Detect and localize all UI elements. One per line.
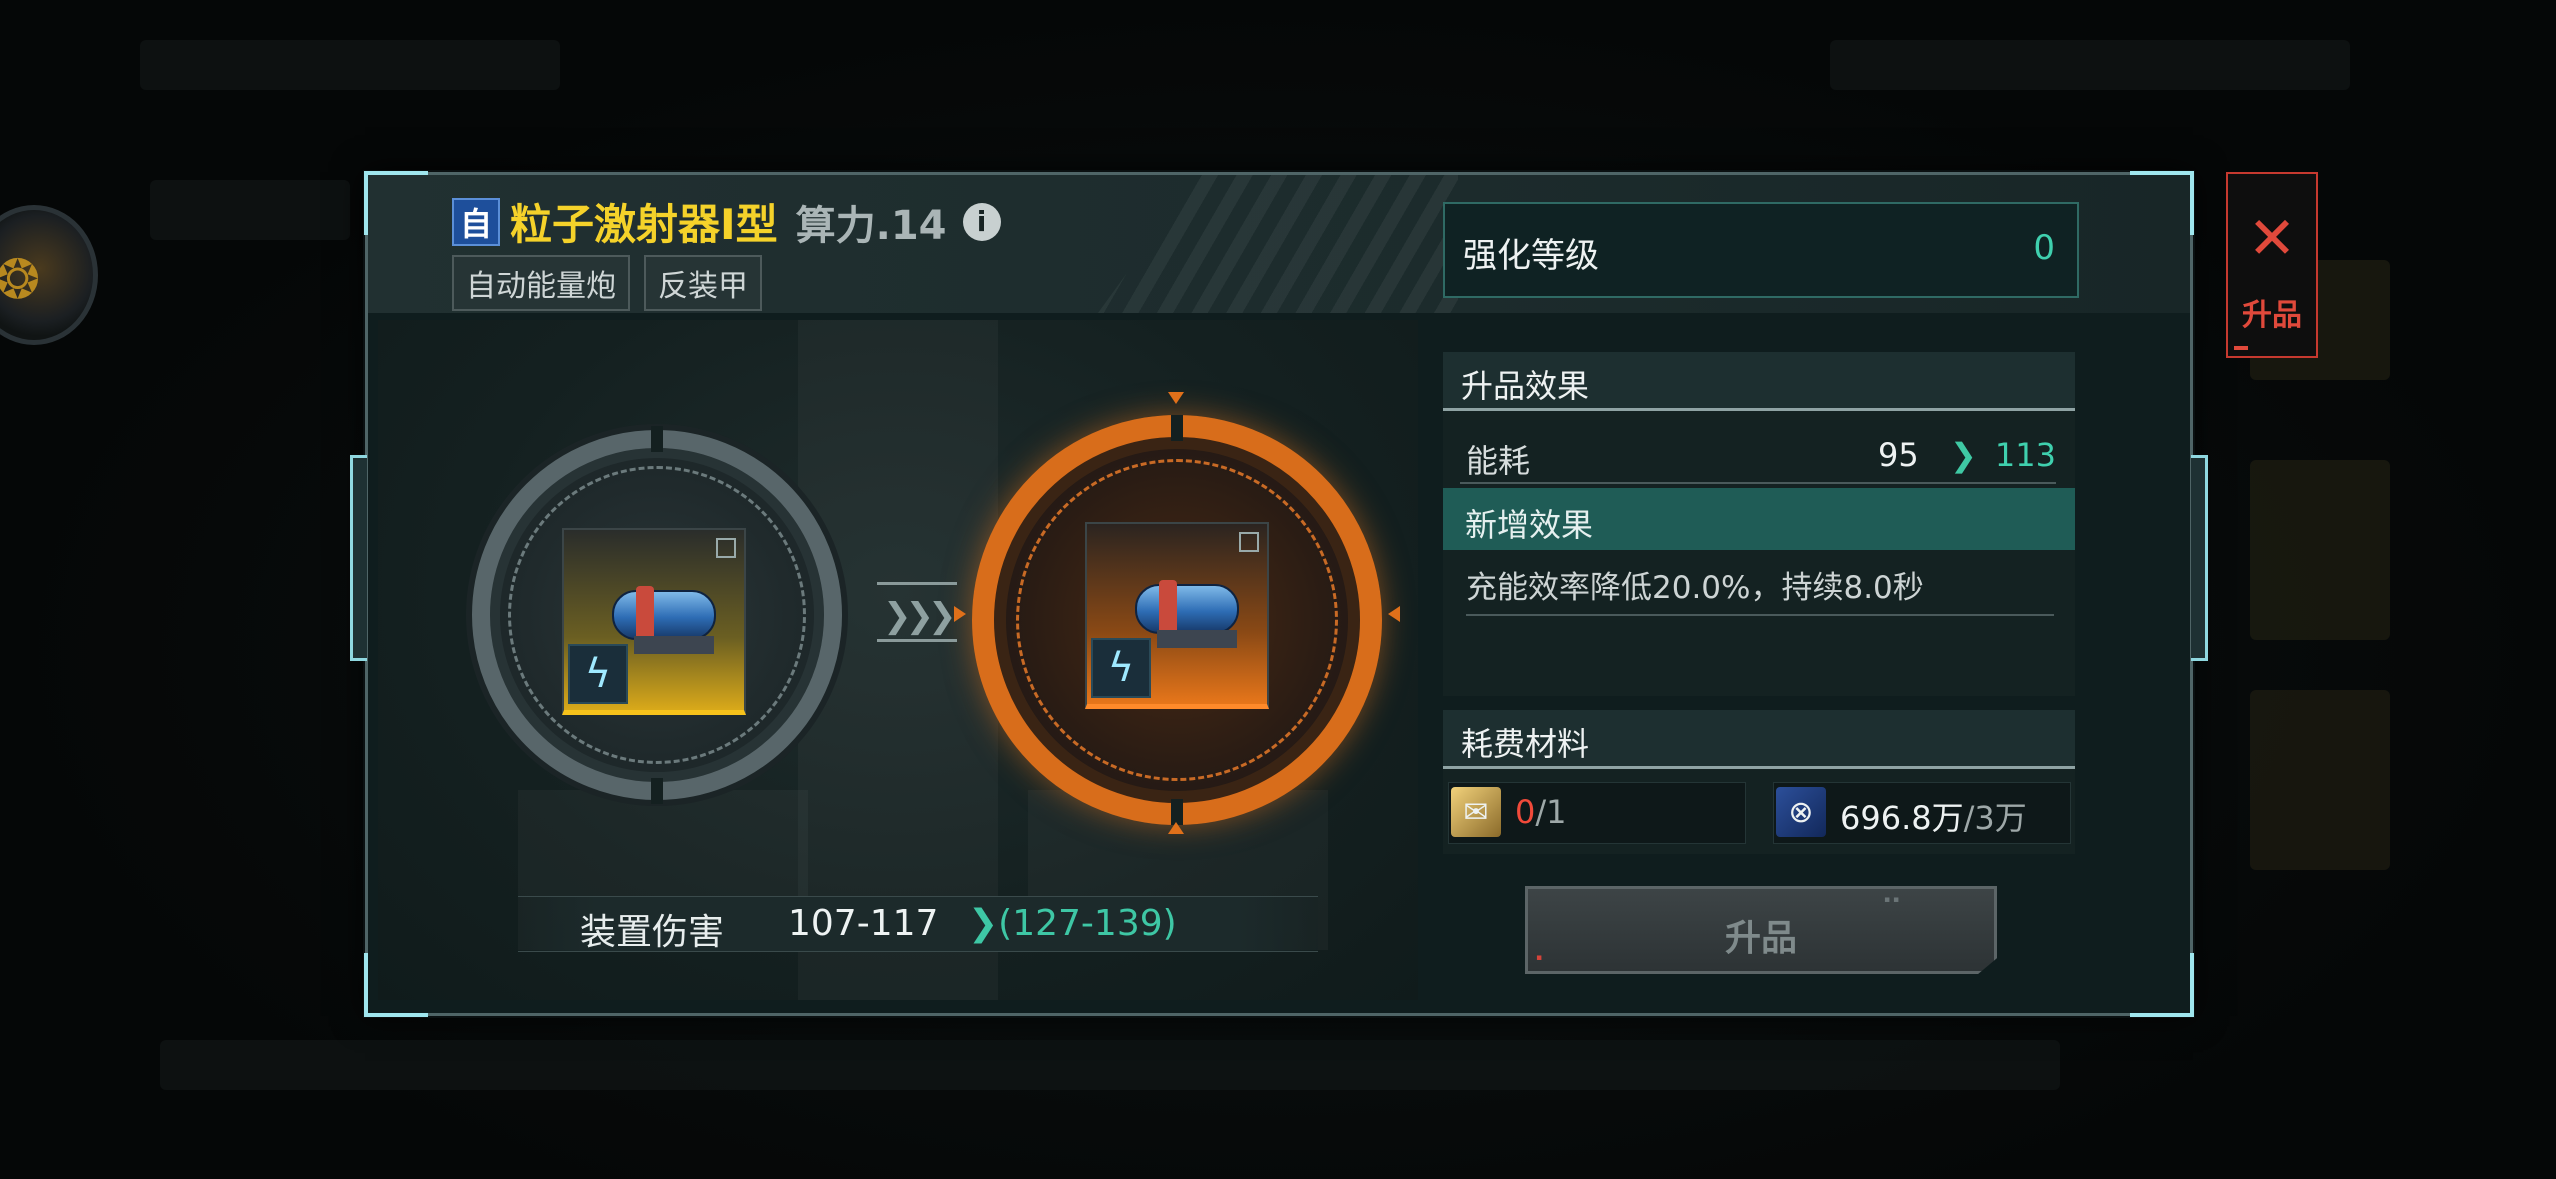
lightning-icon: ϟ <box>568 644 628 704</box>
item-tag: 反装甲 <box>644 255 762 311</box>
corner-deco <box>2130 171 2194 235</box>
ring-gap <box>651 426 663 452</box>
cannon-detail <box>1159 580 1177 634</box>
card-corner <box>716 538 736 558</box>
new-effect-text: 充能效率降低20.0%，持续8.0秒 <box>1466 562 2054 616</box>
bg-card-ghost-3 <box>2250 690 2390 870</box>
close-upgrade-tab[interactable]: ✕ 升品 <box>2226 172 2318 358</box>
bg-topbar-right-ghost <box>1830 40 2350 90</box>
new-effect-title: 新增效果 <box>1465 506 1594 544</box>
material-slot-scroll[interactable]: ✉ 0/1 <box>1448 782 1746 844</box>
ring-gap <box>651 778 663 804</box>
material-scroll-need: /1 <box>1535 793 1567 831</box>
upgrade-effect-title: 升品效果 <box>1461 367 1590 405</box>
enhance-level-box: 强化等级 0 <box>1443 202 2079 298</box>
chevron-right-icon: ❯ <box>968 903 999 944</box>
coin-icon: ⊗ <box>1776 787 1826 837</box>
item-power: 算力.14 <box>795 202 947 249</box>
cannon-base <box>634 636 714 654</box>
upgrade-scroll-icon: ✉ <box>1451 787 1501 837</box>
corner-deco <box>364 171 428 235</box>
cannon-icon <box>1135 584 1239 634</box>
side-tab-label: 升品 <box>2242 298 2302 333</box>
energy-label: 能耗 <box>1466 442 1531 480</box>
item-tags: 自动能量炮 反装甲 <box>452 255 762 311</box>
upgraded-item-card[interactable]: ϟ <box>1085 522 1269 709</box>
upgrade-button-label: 升品 <box>1724 918 1797 959</box>
bottom-marker-icon <box>1168 822 1184 834</box>
arrow-line <box>877 639 957 642</box>
chevron-right-icon: ❯ <box>1950 436 1977 474</box>
material-coin-qty: 696.8万/3万 <box>1840 793 2027 839</box>
materials-header: 耗费材料 <box>1443 710 2075 769</box>
bg-bottombar-ghost <box>160 1040 2060 1090</box>
damage-current: 107-117 <box>788 903 939 944</box>
upgrade-effect-header: 升品效果 <box>1443 352 2075 411</box>
current-item-card[interactable]: ϟ <box>562 528 746 715</box>
damage-next: (127-139) <box>998 903 1177 944</box>
bg-card-ghost-2 <box>2250 460 2390 640</box>
close-x-icon: ✕ <box>2247 204 2297 272</box>
left-side-handle <box>350 455 367 661</box>
bg-topbar-ghost <box>140 40 560 90</box>
energy-row: 能耗 95 ❯ 113 <box>1460 428 2056 484</box>
damage-stat-bar: 装置伤害 107-117 ❯(127-139) <box>518 896 1318 953</box>
cannon-icon <box>612 590 716 640</box>
material-scroll-qty: 0/1 <box>1515 793 1567 831</box>
materials-title: 耗费材料 <box>1461 725 1590 763</box>
coin-glyph: ⊗ <box>1788 794 1814 830</box>
energy-to: 113 <box>1994 436 2056 474</box>
top-marker-icon <box>1168 392 1184 404</box>
arrow-line <box>877 582 957 585</box>
auto-type-badge: 自 <box>452 197 500 246</box>
right-side-handle <box>2191 455 2208 661</box>
enhance-level-value: 0 <box>2033 228 2055 268</box>
cannon-base <box>1157 630 1237 648</box>
tab-deco <box>2234 346 2248 350</box>
new-effect-header: 新增效果 <box>1443 488 2075 550</box>
damage-label: 装置伤害 <box>580 912 725 953</box>
damage-next-group: ❯(127-139) <box>968 903 1177 944</box>
material-scroll-have: 0 <box>1515 793 1536 831</box>
button-deco: ▪ ▪ <box>1884 895 1900 905</box>
item-name: 粒子激射器I型 <box>510 200 778 249</box>
material-slot-coin[interactable]: ⊗ 696.8万/3万 <box>1773 782 2071 844</box>
card-corner <box>1239 532 1259 552</box>
material-coin-need: /3万 <box>1963 799 2027 837</box>
enhance-level-label: 强化等级 <box>1463 236 1599 276</box>
item-title: 自 粒子激射器I型 算力.14 i <box>452 191 1001 252</box>
ring-gap <box>1171 415 1183 441</box>
info-icon[interactable]: i <box>962 202 1001 241</box>
item-tag: 自动能量炮 <box>452 255 630 311</box>
right-marker-icon <box>1388 606 1400 622</box>
upgrade-arrow: ❯❯❯ <box>877 582 957 642</box>
material-coin-have: 696.8万 <box>1840 799 1964 837</box>
cannon-detail <box>636 586 654 640</box>
bg-panel-ghost <box>150 180 350 240</box>
avatar-emblem-icon: ❂ <box>0 248 41 311</box>
energy-from: 95 <box>1878 436 1919 474</box>
chevrons-right-icon: ❯❯❯ <box>883 596 957 636</box>
upgrade-button[interactable]: ▪ ▪ ▪ 升品 <box>1525 886 1997 974</box>
lightning-icon: ϟ <box>1091 638 1151 698</box>
corner-deco <box>2130 953 2194 1017</box>
scroll-glyph: ✉ <box>1463 794 1489 830</box>
